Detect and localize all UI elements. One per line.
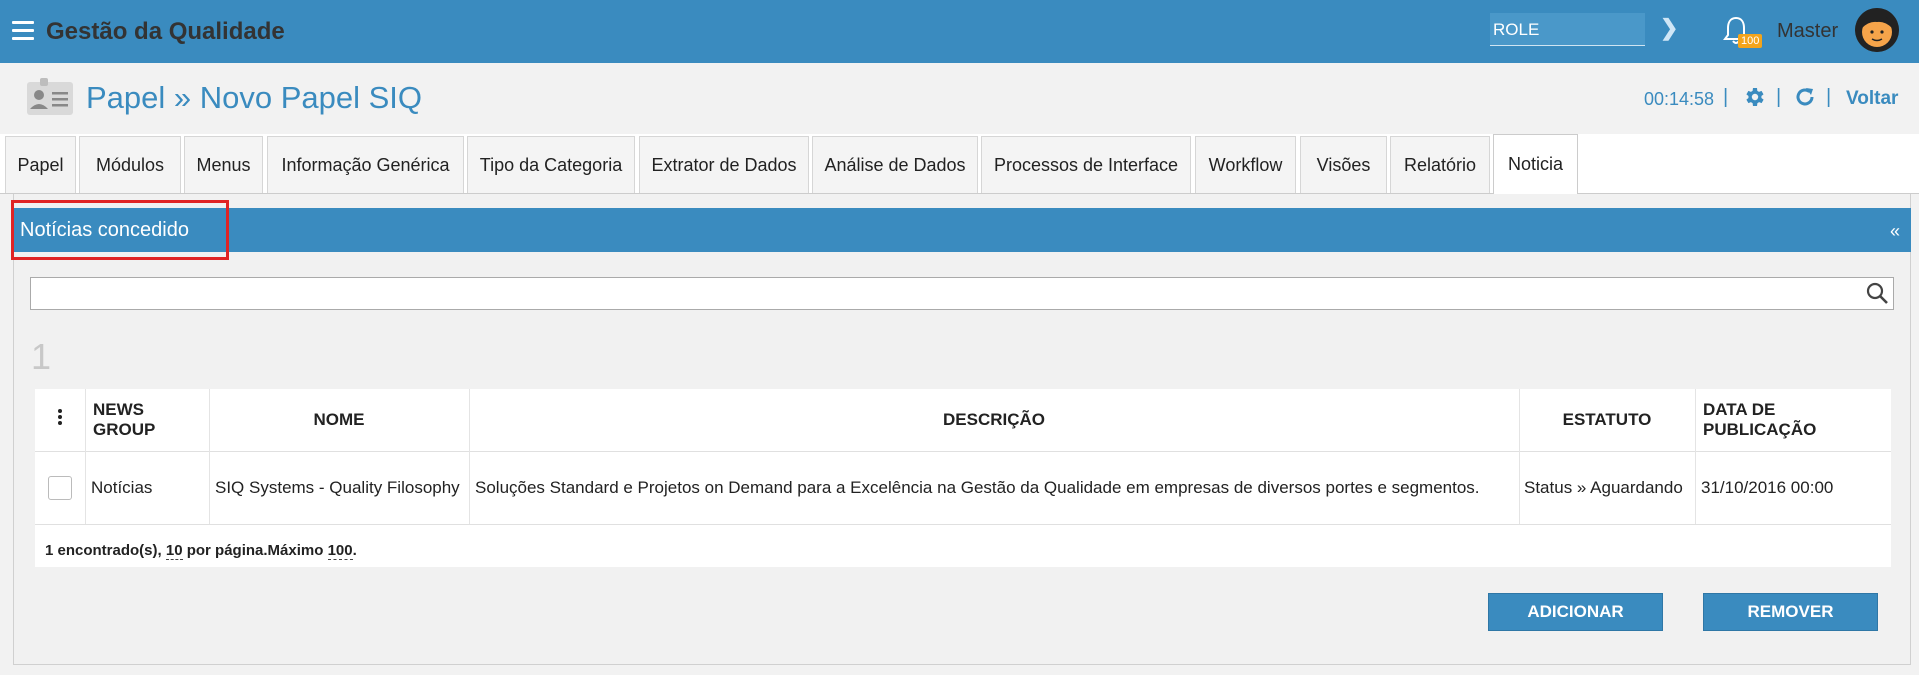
avatar[interactable] [1855, 8, 1899, 52]
tab-workflow[interactable]: Workflow [1195, 136, 1296, 193]
user-name[interactable]: Master [1777, 20, 1838, 43]
tab-papel[interactable]: Papel [5, 136, 76, 193]
column-header-data-publicacao[interactable]: DATA DE PUBLICAÇÃO [1703, 389, 1889, 451]
pager-per-page-label: por página.Máximo [186, 542, 324, 559]
tab-relatorio[interactable]: Relatório [1390, 136, 1490, 193]
column-options-icon[interactable] [58, 409, 62, 425]
role-field[interactable]: ROLE [1490, 13, 1645, 46]
tab-tipo-da-categoria[interactable]: Tipo da Categoria [467, 136, 635, 193]
page-title: Papel » Novo Papel SIQ [86, 80, 423, 115]
tab-modulos[interactable]: Módulos [79, 136, 181, 193]
search-input[interactable] [30, 277, 1894, 310]
gear-icon[interactable] [1742, 85, 1766, 109]
panel-header [13, 208, 1911, 252]
row-checkbox[interactable] [48, 476, 72, 500]
cell-news-group: Notícias [91, 478, 153, 497]
column-divider [85, 389, 86, 524]
page-number[interactable]: 1 [31, 336, 51, 378]
column-header-news-group[interactable]: NEWS GROUP [93, 389, 207, 451]
chevron-right-icon[interactable]: ❯ [1660, 15, 1678, 41]
app-title: Gestão da Qualidade [46, 18, 285, 45]
per-page-selector[interactable]: 10 [165, 542, 183, 560]
tab-analise-de-dados[interactable]: Análise de Dados [812, 136, 978, 193]
search-icon[interactable] [1865, 281, 1889, 305]
notification-badge: 100 [1738, 34, 1763, 48]
pagination-info: 1 encontrado(s), 10 por página.Máximo 10… [45, 542, 357, 560]
separator: | [1826, 86, 1832, 108]
tab-extrator-de-dados[interactable]: Extrator de Dados [639, 136, 809, 193]
tab-processos-de-interface[interactable]: Processos de Interface [981, 136, 1191, 193]
cell-nome: SIQ Systems - Quality Filosophy [215, 478, 460, 497]
remove-button[interactable]: REMOVER [1703, 593, 1878, 631]
tab-visoes[interactable]: Visões [1300, 136, 1387, 193]
highlight-box [11, 200, 229, 260]
tab-menus[interactable]: Menus [184, 136, 263, 193]
separator: | [1776, 86, 1782, 108]
max-selector[interactable]: 100 [327, 542, 353, 560]
pager-found: 1 encontrado(s), [45, 542, 162, 559]
cell-estatuto: Status » Aguardando [1524, 478, 1683, 497]
session-timer: 00:14:58 [1644, 89, 1715, 109]
add-button[interactable]: ADICIONAR [1488, 593, 1663, 631]
cell-data-publicacao: 31/10/2016 00:00 [1701, 478, 1834, 497]
refresh-icon[interactable] [1793, 85, 1817, 109]
cell-descricao: Soluções Standard e Projetos on Demand p… [475, 478, 1480, 497]
tab-noticia[interactable]: Noticia [1493, 134, 1578, 194]
column-divider [1695, 389, 1696, 524]
pager-end: . [352, 542, 357, 559]
collapse-icon[interactable]: « [1890, 221, 1900, 242]
column-header-nome[interactable]: NOME [209, 389, 469, 451]
separator: | [1723, 86, 1729, 108]
column-header-estatuto[interactable]: ESTATUTO [1519, 389, 1695, 451]
id-card-icon [27, 78, 73, 115]
hamburger-menu-icon[interactable] [12, 21, 34, 40]
row-divider [35, 524, 1891, 525]
column-header-descricao[interactable]: DESCRIÇÃO [469, 389, 1519, 451]
back-link[interactable]: Voltar [1846, 88, 1898, 110]
tab-informacao-generica[interactable]: Informação Genérica [267, 136, 464, 193]
